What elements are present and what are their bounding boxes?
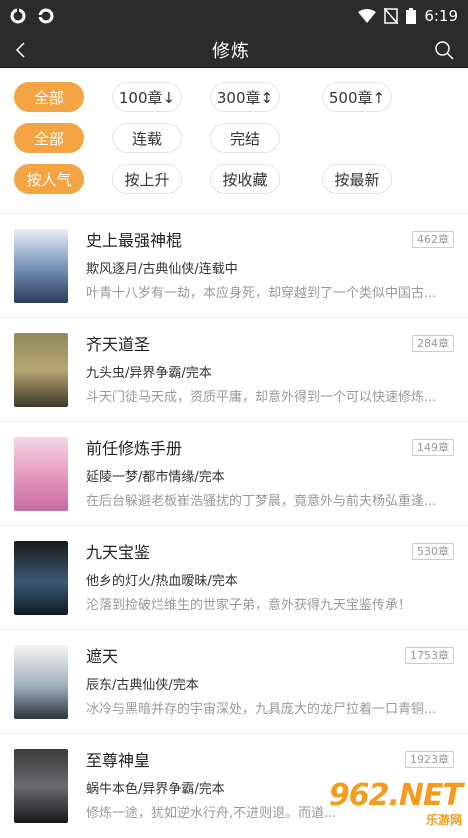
filter-length-all[interactable]: 全部 (14, 82, 84, 112)
wifi-icon (358, 9, 377, 23)
book-title: 史上最强神棍 (86, 231, 183, 250)
sort-popular[interactable]: 按人气 (14, 164, 84, 194)
book-desc: 在后台躲避老板崔浩骚扰的丁梦晨，竟意外与前夫杨弘重逢... (86, 494, 437, 509)
book-item[interactable]: 齐天道圣 284章 九头虫/异界争霸/完本 斗天门徒马天成，资质平庸，却意外得到一… (0, 318, 468, 422)
status-time: 6:19 (424, 7, 458, 25)
sort-rising[interactable]: 按上升 (112, 164, 182, 194)
filter-length-500[interactable]: 500章↑ (322, 82, 392, 112)
sync-icon (38, 8, 54, 24)
filter-status-complete[interactable]: 完结 (210, 123, 280, 153)
filter-row-status: 全部 连载 完结 (0, 123, 468, 155)
filter-row-length: 全部 100章↓ 300章↕ 500章↑ (0, 82, 468, 114)
book-item[interactable]: 遮天 1753章 辰东/古典仙侠/完本 冰冷与黑暗并存的宇宙深处，九具庞大的龙尸拉… (0, 630, 468, 734)
book-meta: 延陵一梦/都市情缘/完本 (86, 470, 225, 485)
book-cover (14, 645, 68, 719)
sort-favorites[interactable]: 按收藏 (210, 164, 280, 194)
battery-icon (406, 8, 417, 24)
book-title: 至尊神皇 (86, 751, 151, 770)
book-desc: 冰冷与黑暗并存的宇宙深处，九具庞大的龙尸拉着一口青铜... (86, 702, 437, 717)
watermark-text: 乐游网 (425, 813, 462, 827)
no-sim-icon (384, 8, 399, 24)
filter-length-300[interactable]: 300章↕ (210, 82, 280, 112)
book-cover (14, 437, 68, 511)
chapter-count: 284章 (412, 334, 454, 352)
search-icon[interactable] (434, 40, 454, 60)
chapter-count: 462章 (412, 230, 454, 248)
filter-status-serial[interactable]: 连载 (112, 123, 182, 153)
book-item[interactable]: 九天宝鉴 530章 他乡的灯火/热血暧昧/完本 沦落到捡破烂维生的世家子弟，意外获… (0, 526, 468, 630)
book-cover (14, 229, 68, 303)
book-meta: 欺风逐月/古典仙侠/连载中 (86, 262, 238, 277)
book-desc: 叶青十八岁有一劫，本应身死，却穿越到了一个类似中国古... (86, 286, 437, 301)
book-meta: 他乡的灯火/热血暧昧/完本 (86, 574, 238, 589)
chapter-count: 1923章 (405, 750, 454, 768)
book-item[interactable]: 前任修炼手册 149章 延陵一梦/都市情缘/完本 在后台躲避老板崔浩骚扰的丁梦晨，… (0, 422, 468, 526)
nav-bar: 修炼 (0, 32, 468, 68)
status-bar: 6:19 (0, 0, 468, 32)
chapter-count: 149章 (412, 438, 454, 456)
book-item[interactable]: 史上最强神棍 462章 欺风逐月/古典仙侠/连载中 叶青十八岁有一劫，本应身死，却… (0, 214, 468, 318)
book-cover (14, 541, 68, 615)
filter-row-sort: 按人气 按上升 按收藏 按最新 (0, 164, 468, 196)
filter-status-all[interactable]: 全部 (14, 123, 84, 153)
sort-newest[interactable]: 按最新 (322, 164, 392, 194)
watermark-logo: 962.NET (328, 778, 463, 813)
book-meta: 辰东/古典仙侠/完本 (86, 678, 199, 693)
book-title: 遮天 (86, 647, 119, 666)
chapter-count: 530章 (412, 542, 454, 560)
book-desc: 斗天门徒马天成，资质平庸，却意外得到一个可以快速修炼... (86, 390, 437, 405)
book-meta: 九头虫/异界争霸/完本 (86, 366, 212, 381)
book-cover (14, 749, 68, 823)
book-cover (14, 333, 68, 407)
book-title: 前任修炼手册 (86, 439, 183, 458)
watermark: 962.NET 乐游网 (328, 778, 463, 828)
chapter-count: 1753章 (405, 646, 454, 664)
book-title: 九天宝鉴 (86, 543, 151, 562)
sync-icon (10, 8, 26, 24)
filter-panel: 全部 100章↓ 300章↕ 500章↑ 全部 连载 完结 按人气 按上升 按收… (0, 68, 468, 213)
book-desc: 沦落到捡破烂维生的世家子弟，意外获得九天宝鉴传承！ (86, 598, 412, 613)
book-title: 齐天道圣 (86, 335, 151, 354)
book-list: 史上最强神棍 462章 欺风逐月/古典仙侠/连载中 叶青十八岁有一劫，本应身死，却… (0, 214, 468, 838)
back-chevron-icon[interactable] (14, 41, 28, 59)
filter-length-100[interactable]: 100章↓ (112, 82, 182, 112)
page-title: 修炼 (212, 40, 250, 62)
